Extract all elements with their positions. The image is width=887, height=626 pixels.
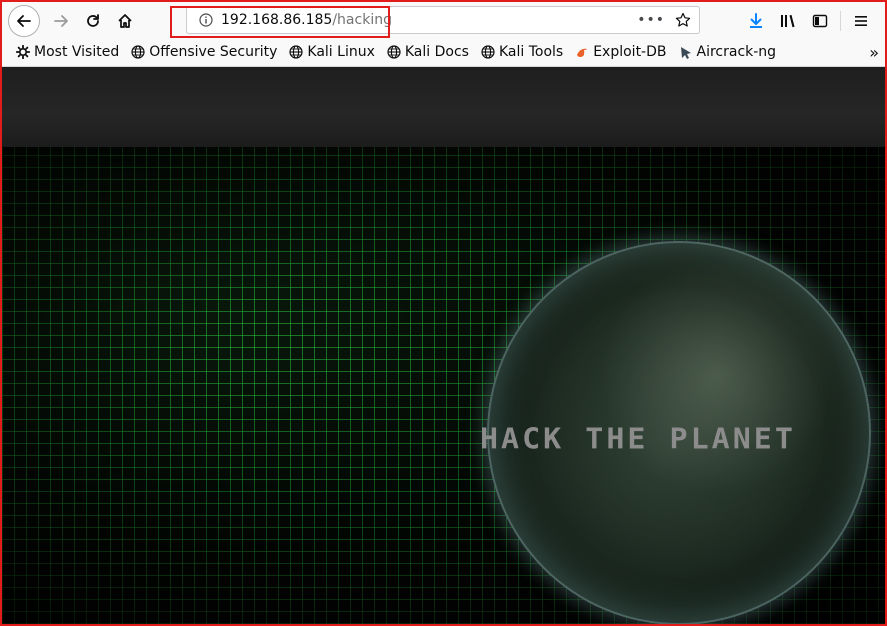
bookmark-kali-docs[interactable]: Kali Docs [387, 44, 469, 60]
page-header-band [2, 67, 885, 147]
bookmark-label: Kali Tools [498, 44, 564, 60]
url-actions: ••• [637, 11, 691, 29]
toolbar-right [740, 6, 877, 36]
page-actions-icon[interactable]: ••• [637, 11, 665, 29]
back-button[interactable] [8, 5, 40, 37]
downloads-button[interactable] [740, 6, 772, 36]
bookmark-label: Kali Linux [307, 44, 375, 60]
sidebar-button[interactable] [804, 6, 836, 36]
sidebar-icon [812, 14, 828, 28]
globe-icon [481, 45, 495, 59]
address-bar[interactable]: 192.168.86.185/hacking ••• [186, 6, 700, 34]
back-arrow-icon [17, 15, 31, 27]
url-host: 192.168.86.185 [221, 12, 333, 28]
bookmarks-toolbar: Most Visited Offensive Security Kali Lin… [2, 40, 885, 67]
bookmark-exploit-db[interactable]: Exploit-DB [575, 44, 667, 60]
bookmark-offensive-security[interactable]: Offensive Security [131, 44, 277, 60]
bookmark-label: Offensive Security [149, 44, 278, 60]
library-icon [781, 14, 795, 28]
toolbar-separator [840, 11, 841, 31]
globe-icon [131, 45, 145, 59]
browser-window: 192.168.86.185/hacking ••• Most Visited … [0, 0, 887, 626]
info-icon[interactable] [199, 13, 213, 27]
forward-arrow-icon [54, 15, 68, 27]
url-text[interactable]: 192.168.86.185/hacking [221, 12, 392, 28]
bookmark-kali-tools[interactable]: Kali Tools [481, 44, 563, 60]
hero-banner: HACK THE PLANET [2, 147, 885, 624]
reload-icon [87, 14, 99, 27]
bookmark-most-visited[interactable]: Most Visited [16, 44, 119, 60]
bookmarks-list: Most Visited Offensive Security Kali Lin… [16, 44, 776, 60]
bookmark-label: Exploit-DB [593, 44, 667, 60]
reload-button[interactable] [78, 6, 108, 36]
globe-icon [289, 45, 304, 59]
menu-icon [855, 16, 867, 26]
bookmark-aircrack-ng[interactable]: Aircrack-ng [679, 44, 777, 60]
url-path: /hacking [332, 12, 392, 28]
aircrack-icon [680, 47, 691, 59]
navigation-toolbar: 192.168.86.185/hacking ••• [2, 2, 885, 40]
download-icon [750, 13, 762, 28]
bookmark-star-icon[interactable] [675, 12, 691, 28]
home-icon [118, 14, 132, 28]
home-button[interactable] [110, 6, 140, 36]
bookmark-kali-linux[interactable]: Kali Linux [289, 44, 375, 60]
web-page: HACK THE PLANET [2, 67, 885, 624]
forward-button[interactable] [46, 6, 76, 36]
globe-icon [387, 45, 401, 59]
bookmark-label: Most Visited [34, 44, 120, 60]
gear-icon [16, 45, 30, 59]
bookmark-label: Kali Docs [404, 44, 469, 60]
menu-button[interactable] [845, 6, 877, 36]
bookmarks-overflow-icon[interactable]: » [869, 43, 879, 62]
hero-slogan: HACK THE PLANET [480, 422, 796, 457]
library-button[interactable] [772, 6, 804, 36]
exploit-db-icon [577, 48, 588, 57]
bookmark-label: Aircrack-ng [696, 44, 777, 60]
